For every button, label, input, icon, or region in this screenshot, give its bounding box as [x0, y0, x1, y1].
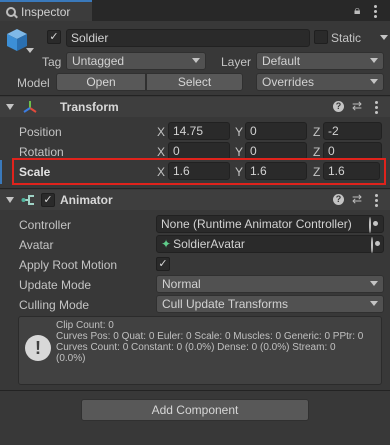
transform-title: Transform: [60, 100, 119, 114]
info-line: Curves Pos: 0 Quat: 0 Euler: 0 Scale: 0 …: [56, 331, 364, 342]
tab-inspector[interactable]: Inspector: [0, 0, 92, 21]
static-label: Static: [331, 31, 362, 45]
gameobject-active-checkbox[interactable]: ✓: [47, 30, 61, 44]
scale-y-label[interactable]: Y: [235, 165, 243, 179]
info-icon: !: [25, 335, 51, 361]
controller-value: None (Runtime Animator Controller): [161, 217, 352, 231]
divider: [0, 390, 390, 391]
animator-enabled-checkbox[interactable]: ✓: [41, 193, 55, 207]
rotation-label: Rotation: [19, 145, 64, 159]
position-z-label[interactable]: Z: [313, 125, 320, 139]
layer-dropdown[interactable]: Default: [256, 52, 384, 70]
layer-value: Default: [262, 54, 301, 68]
culling-mode-label: Culling Mode: [19, 298, 90, 312]
tab-bar: Inspector 🔒︎: [0, 0, 390, 21]
help-icon[interactable]: ?: [333, 101, 344, 112]
transform-icon: [22, 99, 38, 115]
selection-indicator: [0, 160, 2, 184]
chevron-down-icon: [370, 79, 378, 84]
info-line: Curves Count: 0 Constant: 0 (0.0%) Dense…: [56, 342, 336, 353]
static-dropdown-icon[interactable]: [380, 35, 388, 40]
rotation-y-label[interactable]: Y: [235, 145, 243, 159]
select-button[interactable]: Select: [146, 73, 243, 91]
static-checkbox[interactable]: [314, 30, 328, 44]
update-mode-value: Normal: [162, 277, 201, 291]
object-picker-icon[interactable]: [369, 217, 371, 233]
avatar-figure-icon: ✦: [161, 237, 172, 251]
animator-info-box: ! Clip Count: 0 Curves Pos: 0 Quat: 0 Eu…: [18, 316, 382, 385]
overrides-dropdown[interactable]: Overrides: [256, 73, 384, 91]
lock-icon[interactable]: 🔒︎: [354, 3, 360, 18]
transform-header[interactable]: Transform ? ⇄: [0, 97, 390, 117]
foldout-arrow-icon[interactable]: [6, 104, 14, 110]
divider: [0, 188, 390, 189]
avatar-field[interactable]: ✦ SoldierAvatar: [156, 235, 384, 253]
animator-info-text: Clip Count: 0 Curves Pos: 0 Quat: 0 Eule…: [56, 320, 381, 364]
scale-z-label[interactable]: Z: [313, 165, 320, 179]
add-component-button[interactable]: Add Component: [81, 399, 309, 421]
scale-x-label[interactable]: X: [157, 165, 165, 179]
tab-menu-icon[interactable]: [374, 5, 377, 18]
update-mode-dropdown[interactable]: Normal: [156, 275, 384, 293]
chevron-down-icon: [370, 281, 378, 286]
foldout-arrow-icon[interactable]: [6, 197, 14, 203]
position-y-label[interactable]: Y: [235, 125, 243, 139]
position-y-field[interactable]: 0: [245, 122, 307, 140]
help-icon[interactable]: ?: [333, 194, 344, 205]
rotation-z-label[interactable]: Z: [313, 145, 320, 159]
update-mode-label: Update Mode: [19, 278, 92, 292]
animator-icon: [21, 193, 37, 207]
controller-field[interactable]: None (Runtime Animator Controller): [156, 215, 384, 233]
scale-y-field[interactable]: 1.6: [245, 162, 307, 180]
controller-label: Controller: [19, 218, 72, 232]
chevron-down-icon: [370, 58, 378, 63]
open-button[interactable]: Open: [56, 73, 146, 91]
model-label: Model: [17, 76, 50, 90]
info-line: (0.0%): [56, 353, 86, 364]
position-x-label[interactable]: X: [157, 125, 165, 139]
chevron-down-icon: [370, 301, 378, 306]
preset-icon[interactable]: ⇄: [352, 192, 362, 206]
tag-dropdown[interactable]: Untagged: [66, 52, 206, 70]
context-menu-icon[interactable]: [375, 194, 378, 207]
animator-title: Animator: [60, 193, 113, 207]
tag-value: Untagged: [72, 54, 125, 68]
preset-icon[interactable]: ⇄: [352, 99, 362, 113]
gameobject-name-field[interactable]: Soldier: [66, 29, 310, 47]
icon-dropdown-caret-icon[interactable]: [26, 48, 34, 53]
object-picker-icon[interactable]: [371, 237, 373, 253]
inspector-icon: [6, 6, 16, 17]
chevron-down-icon: [192, 58, 200, 63]
scale-x-field[interactable]: 1.6: [168, 162, 230, 180]
culling-mode-value: Cull Update Transforms: [162, 297, 289, 311]
position-x-field[interactable]: 14.75: [168, 122, 230, 140]
position-label: Position: [19, 125, 62, 139]
position-z-field[interactable]: -2: [323, 122, 382, 140]
culling-mode-dropdown[interactable]: Cull Update Transforms: [156, 295, 384, 313]
overrides-label: Overrides: [262, 75, 315, 89]
rotation-x-label[interactable]: X: [157, 145, 165, 159]
layer-label: Layer: [221, 55, 252, 69]
apply-root-motion-label: Apply Root Motion: [19, 258, 118, 272]
avatar-label: Avatar: [19, 238, 54, 252]
scale-z-field[interactable]: 1.6: [323, 162, 380, 180]
avatar-value: SoldierAvatar: [173, 237, 245, 251]
context-menu-icon[interactable]: [375, 101, 378, 114]
divider: [0, 95, 390, 96]
info-line: Clip Count: 0: [56, 320, 114, 331]
animator-header[interactable]: ✓ Animator ? ⇄: [0, 190, 390, 210]
tag-label: Tag: [42, 55, 62, 69]
tab-inspector-label: Inspector: [21, 4, 71, 19]
apply-root-motion-checkbox[interactable]: ✓: [156, 257, 170, 271]
scale-label: Scale: [19, 165, 51, 179]
